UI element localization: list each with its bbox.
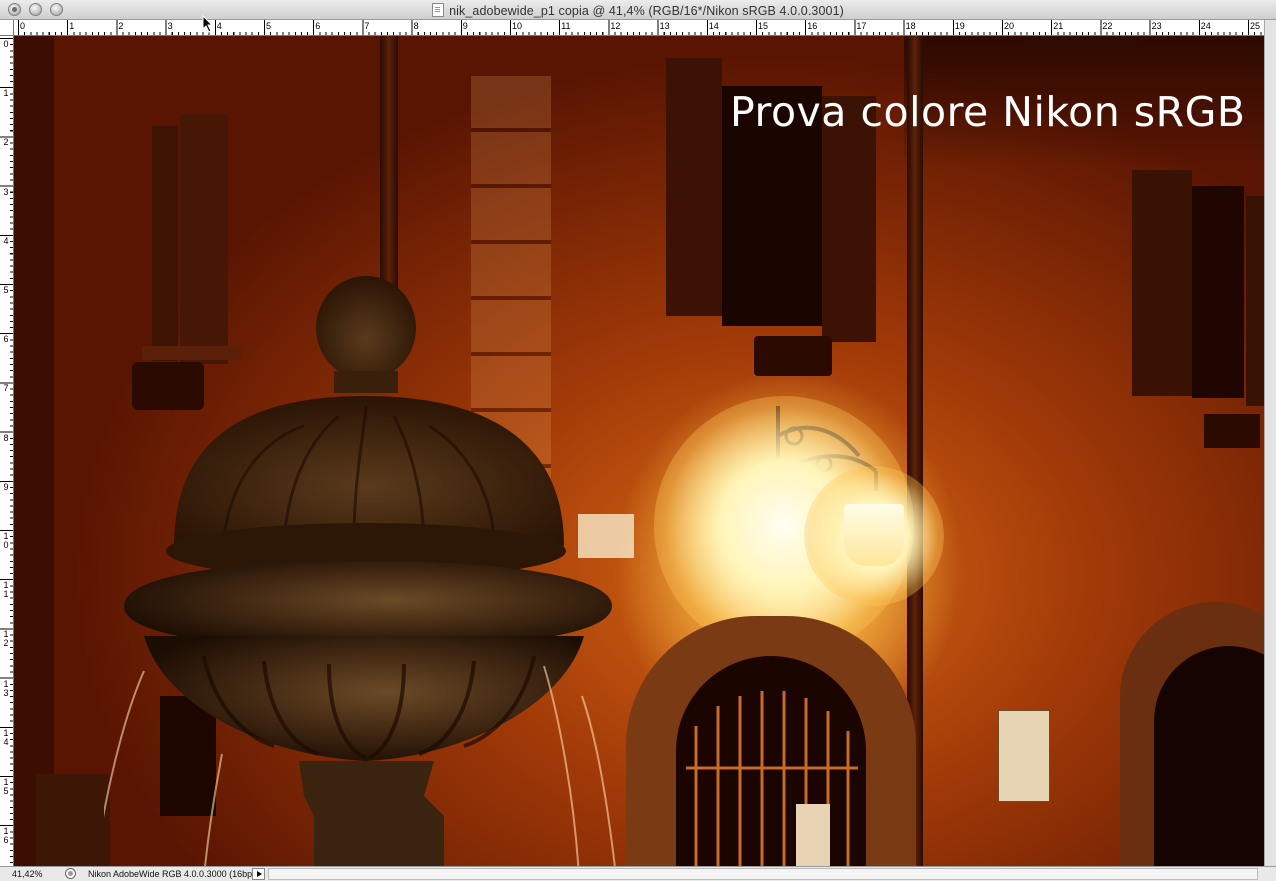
ruler-left-label: 3 xyxy=(3,186,9,197)
mouse-cursor-icon xyxy=(202,15,214,33)
ruler-left-label: 15 xyxy=(3,777,9,796)
street-lamp xyxy=(844,504,904,566)
ruler-top-label: 16 xyxy=(807,21,818,31)
ruler-top-label: 24 xyxy=(1200,21,1211,31)
ruler-left-label: 13 xyxy=(3,678,9,698)
shutter-center-left xyxy=(666,58,722,316)
ruler-left-label: 10 xyxy=(3,531,9,550)
wall-shadow xyxy=(14,36,54,866)
status-info-icon[interactable] xyxy=(65,868,76,879)
door-grille xyxy=(686,691,858,866)
electric-box xyxy=(36,774,110,866)
zoom-level-field[interactable]: 41,42% xyxy=(12,869,43,879)
fountain xyxy=(104,276,616,866)
ruler-left-label: 4 xyxy=(3,235,9,246)
ruler-top-label: 15 xyxy=(758,21,769,31)
ruler-top-label: 6 xyxy=(315,21,321,31)
flower-box-center xyxy=(754,336,832,376)
ruler-left-label: 1 xyxy=(3,88,9,99)
ruler-top-label: 14 xyxy=(708,21,719,31)
ruler-origin[interactable] xyxy=(0,20,14,36)
memorial-plaque xyxy=(998,710,1050,802)
ruler-top-label: 7 xyxy=(364,21,370,31)
downpipe-left xyxy=(380,36,398,306)
status-menu-arrow-icon[interactable] xyxy=(252,868,265,880)
ruler-top-label: 13 xyxy=(659,21,670,31)
ruler-top-label: 23 xyxy=(1151,21,1162,31)
ruler-top-label: 12 xyxy=(610,21,621,31)
window-title-text: nik_adobewide_p1 copia @ 41,4% (RGB/16*/… xyxy=(449,4,844,18)
door-notice xyxy=(796,804,830,866)
ruler-top-label: 19 xyxy=(954,21,965,31)
horizontal-scrollbar[interactable] xyxy=(268,868,1258,880)
window-title: nik_adobewide_p1 copia @ 41,4% (RGB/16*/… xyxy=(0,3,1276,18)
ruler-left-label: 7 xyxy=(3,383,9,394)
ruler-top-label: 21 xyxy=(1053,21,1064,31)
ruler-top-label: 25 xyxy=(1250,21,1261,31)
ruler-left-label: 16 xyxy=(3,826,9,846)
ruler-top-label: 1 xyxy=(69,21,75,31)
status-bar: 41,42% Nikon AdobeWide RGB 4.0.0.3000 (1… xyxy=(0,866,1276,881)
ruler-top-label: 8 xyxy=(413,21,419,31)
flower-box-right xyxy=(1204,414,1260,448)
ruler-left-label: 12 xyxy=(3,629,9,649)
ruler-top-label: 11 xyxy=(561,21,571,31)
ruler-top-label: 20 xyxy=(1004,21,1015,31)
ruler-left-label: 6 xyxy=(3,334,9,345)
document-icon xyxy=(432,3,445,17)
shutter-right-window xyxy=(1132,170,1192,396)
image-canvas[interactable]: Prova colore Nikon sRGB xyxy=(14,36,1264,866)
ruler-top-label: 4 xyxy=(216,21,222,31)
ruler-top-label: 5 xyxy=(266,21,272,31)
ruler-left-label: 0 xyxy=(3,39,9,49)
shutter-far-right xyxy=(1246,196,1264,406)
ruler-top-label: 0 xyxy=(20,21,26,31)
ruler-top-label: 22 xyxy=(1102,21,1113,31)
ruler-left-label: 11 xyxy=(3,580,9,600)
ruler-top-label: 2 xyxy=(118,21,124,31)
ruler-left-label: 8 xyxy=(3,432,9,443)
document-profile-text: Nikon AdobeWide RGB 4.0.0.3000 (16bpc) xyxy=(88,869,260,879)
ruler-top-label: 9 xyxy=(462,21,468,31)
ruler-left-label: 2 xyxy=(3,137,9,148)
ruler-top-label: 3 xyxy=(167,21,173,31)
right-arch-opening xyxy=(1154,646,1264,866)
ruler-left-label: 14 xyxy=(3,727,9,747)
window-titlebar[interactable]: nik_adobewide_p1 copia @ 41,4% (RGB/16*/… xyxy=(0,0,1276,20)
ruler-top-label: 10 xyxy=(512,21,523,31)
overlay-caption: Prova colore Nikon sRGB xyxy=(730,88,1246,136)
ruler-left-label: 5 xyxy=(3,285,9,295)
ruler-left-label: 9 xyxy=(3,481,9,492)
window-right-edge xyxy=(1264,20,1276,866)
right-window-opening xyxy=(1192,186,1244,398)
ruler-top-label: 17 xyxy=(856,21,867,31)
ruler-top-label: 18 xyxy=(905,21,916,31)
